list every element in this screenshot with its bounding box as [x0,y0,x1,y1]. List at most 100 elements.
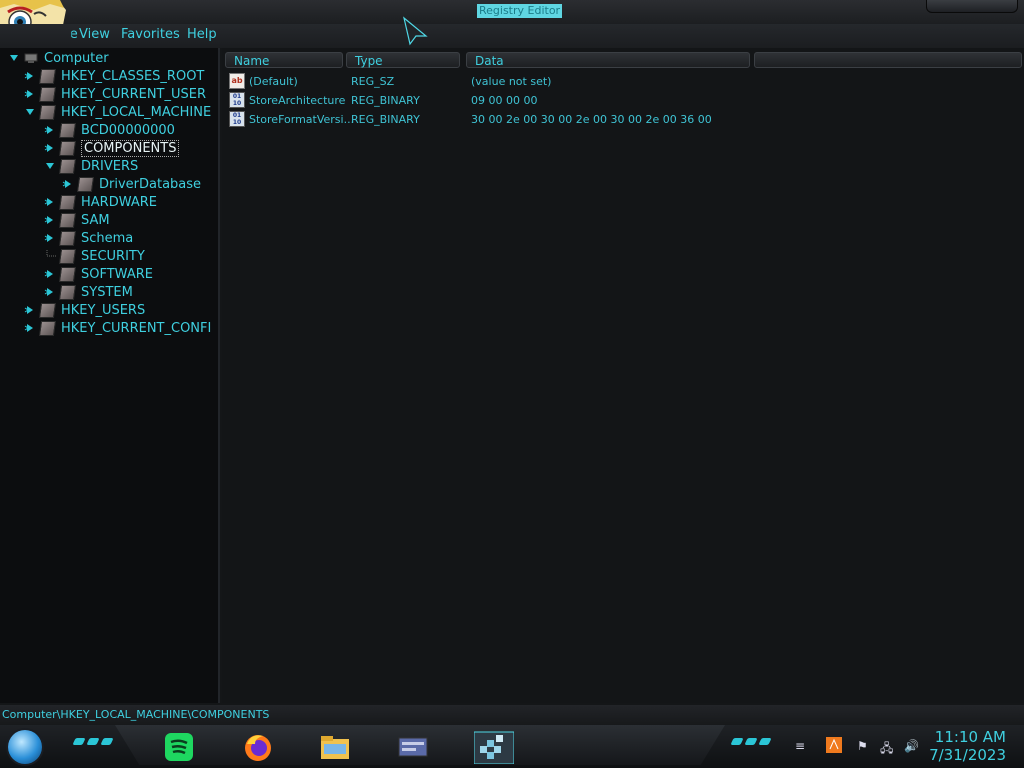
registry-key-folder-icon [58,230,77,246]
tree-label: Schema [81,230,134,246]
registry-key-folder-icon [58,194,77,210]
menu-bar: File View Favorites Help [0,24,1024,48]
registry-editor-icon[interactable] [474,730,514,764]
expand-arrow-icon[interactable] [44,196,56,208]
menu-view[interactable]: View [79,27,110,42]
expand-arrow-icon[interactable] [24,304,36,316]
tree-node-computer[interactable]: Computer [8,49,109,67]
tree-label: DriverDatabase [99,176,202,192]
registry-key-folder-icon [38,320,57,336]
tree-node[interactable]: DRIVERS [44,157,138,175]
clock[interactable]: 11:10 AM 7/31/2023 [929,728,1006,764]
tree-node[interactable]: COMPONENTS [44,139,180,157]
taskbar-decoration-right [730,738,772,745]
expand-arrow-icon[interactable] [44,268,56,280]
mouse-cursor-icon [403,16,428,46]
registry-key-folder-icon [58,158,77,174]
tree-label: HKEY_USERS [61,302,146,318]
value-type[interactable]: REG_BINARY [351,110,420,128]
tree-label: BCD00000000 [81,122,175,138]
value-name[interactable]: 01 10 StoreFormatVersi... [229,110,354,128]
clock-time: 11:10 AM [934,728,1006,746]
registry-key-folder-icon [76,176,95,192]
tree-connector-icon [44,250,56,262]
value-type-text: REG_BINARY [351,112,420,126]
expand-arrow-icon[interactable] [44,142,56,154]
flag-icon[interactable]: ⚑ [857,739,868,753]
app-tray-icon[interactable] [826,737,842,753]
tree-node[interactable]: HKEY_CLASSES_ROOT [24,67,204,85]
column-header-type[interactable]: Type [346,52,460,68]
value-name[interactable]: ab (Default) [229,72,298,90]
clock-date: 7/31/2023 [929,746,1006,764]
tree-label: COMPONENTS [81,139,180,157]
registry-key-folder-icon [58,248,77,264]
expand-arrow-icon[interactable] [44,124,56,136]
menu-file[interactable]: File [56,27,78,42]
tree-node[interactable]: SYSTEM [44,283,133,301]
tree-node[interactable]: HKEY_CURRENT_CONFI [24,319,211,337]
computer-icon [24,52,40,64]
tree-node[interactable]: HKEY_USERS [24,301,145,319]
column-header-name[interactable]: Name [225,52,343,68]
expand-arrow-icon[interactable] [44,232,56,244]
tree-label: SECURITY [81,248,145,264]
expand-arrow-icon[interactable] [8,52,20,64]
expand-arrow-icon[interactable] [24,88,36,100]
registry-key-folder-icon [38,302,57,318]
tree-node[interactable]: SECURITY [44,247,145,265]
network-icon[interactable]: 🖧 [880,739,893,760]
tree-node[interactable]: BCD00000000 [44,121,175,139]
registry-key-folder-icon [58,266,77,282]
registry-key-folder-icon [58,140,77,156]
column-header-data[interactable]: Data [466,52,750,68]
expand-arrow-icon[interactable] [24,70,36,82]
value-name[interactable]: 01 10 StoreArchitecture [229,91,345,109]
expand-arrow-icon[interactable] [24,322,36,334]
tree-node[interactable]: HARDWARE [44,193,157,211]
tree-node[interactable]: HKEY_LOCAL_MACHINE [24,103,211,121]
tree-node[interactable]: HKEY_CURRENT_USER [24,85,206,103]
window-controls[interactable] [926,0,1018,13]
value-name-text: (Default) [249,74,298,88]
title-bar: Registry Editor [0,0,1024,25]
tree-node[interactable]: SOFTWARE [44,265,153,283]
start-button[interactable] [8,730,42,764]
value-name-text: StoreFormatVersi... [249,112,355,126]
binary-value-icon: 01 10 [229,111,245,127]
tree-label: HKEY_LOCAL_MACHINE [61,104,212,120]
value-data[interactable]: (value not set) [471,72,551,90]
value-data[interactable]: 30 00 2e 00 30 00 2e 00 30 00 2e 00 36 0… [471,110,712,128]
registry-tree-pane[interactable]: Computer HKEY_CLASSES_ROOT HKEY_CURRENT_U… [0,48,220,749]
value-type-text: REG_BINARY [351,93,420,107]
value-type[interactable]: REG_BINARY [351,91,420,109]
window-switcher-icon[interactable] [396,730,430,764]
tree-label: SAM [81,212,110,228]
values-list-pane[interactable]: Name Type Data ab (Default) REG_SZ (value n… [222,48,1024,703]
expand-arrow-icon[interactable] [44,286,56,298]
registry-key-folder-icon [38,104,57,120]
registry-key-folder-icon [58,284,77,300]
tree-label: HKEY_CLASSES_ROOT [61,68,205,84]
volume-icon[interactable]: 🔊 [904,739,919,753]
registry-key-folder-icon [58,212,77,228]
tree-label: SOFTWARE [81,266,153,282]
tree-node[interactable]: Schema [44,229,133,247]
value-type[interactable]: REG_SZ [351,72,394,90]
value-type-text: REG_SZ [351,74,395,88]
menu-help[interactable]: Help [187,27,217,42]
taskbar: ≡ ⚑ 🖧 🔊 11:10 AM 7/31/2023 [0,725,1024,768]
spotify-icon[interactable] [162,730,196,764]
tree-node[interactable]: DriverDatabase [62,175,201,193]
value-data[interactable]: 09 00 00 00 [471,91,537,109]
tree-label: HKEY_CURRENT_USER [61,86,207,102]
collapse-arrow-icon[interactable] [44,160,56,172]
menu-favorites[interactable]: Favorites [121,27,180,42]
collapse-arrow-icon[interactable] [24,106,36,118]
firefox-icon[interactable] [241,730,275,764]
notification-icon[interactable]: ≡ [795,739,805,753]
expand-arrow-icon[interactable] [44,214,56,226]
file-explorer-icon[interactable] [318,730,352,764]
tree-node[interactable]: SAM [44,211,110,229]
expand-arrow-icon[interactable] [62,178,74,190]
